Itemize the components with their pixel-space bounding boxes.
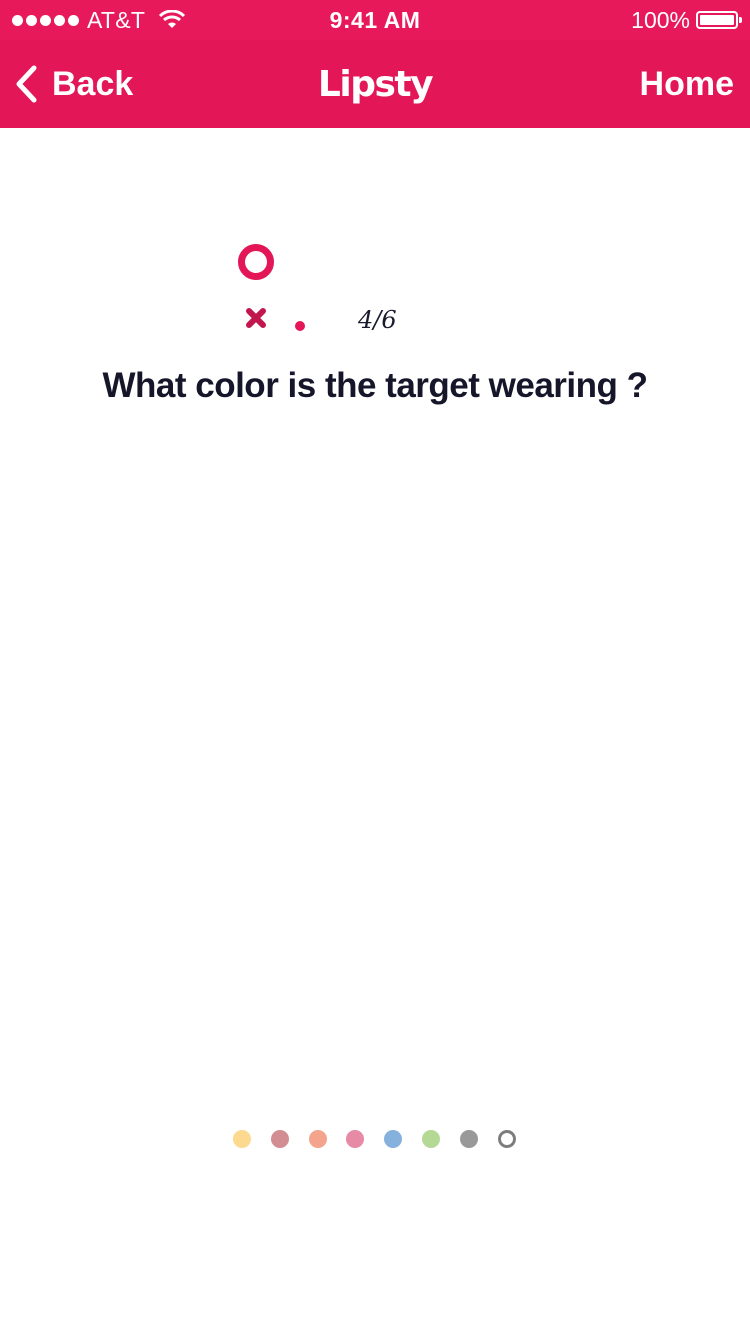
status-bar: AT&T 9:41 AM 100% [0,0,750,40]
color-swatch-mauve[interactable] [271,1130,289,1148]
x-icon [246,308,266,328]
color-swatch-white[interactable] [498,1130,516,1148]
dot-icon [295,321,305,331]
quiz-progress: 4/6 [0,128,750,368]
color-swatch-pink[interactable] [346,1130,364,1148]
color-swatch-gray[interactable] [460,1130,478,1148]
color-swatch-peach[interactable] [309,1130,327,1148]
battery-icon [696,11,742,29]
question-text: What color is the target wearing ? [102,366,648,405]
battery-percent: 100% [631,6,690,33]
color-swatch-yellow[interactable] [233,1130,251,1148]
ring-icon [238,244,274,280]
home-button[interactable]: Home [640,40,734,128]
color-swatch-blue[interactable] [384,1130,402,1148]
app-logo-title: Lipsty [317,63,434,105]
status-right: 100% [631,0,742,40]
color-swatch-green[interactable] [422,1130,440,1148]
progress-counter: 4/6 [358,306,397,334]
navigation-bar: Back Lipsty Home [0,40,750,128]
color-options [0,1128,750,1150]
